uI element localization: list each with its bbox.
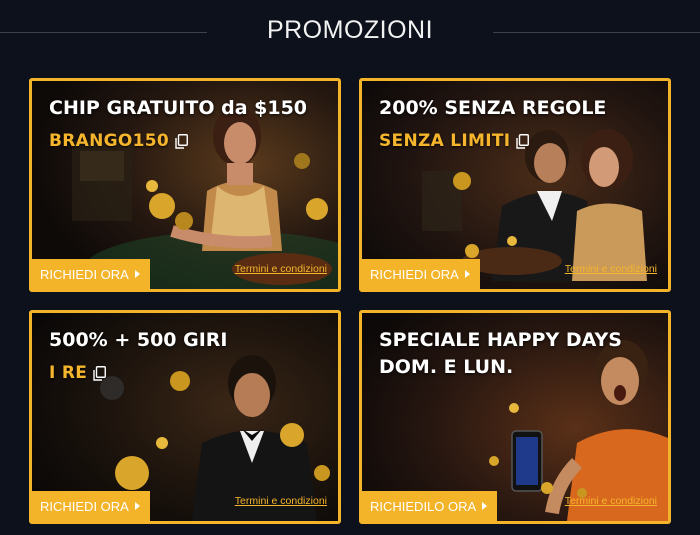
promo-headline-line1: SPECIALE HAPPY DAYS (379, 329, 622, 351)
promo-headline: 500% + 500 GIRI (49, 329, 228, 351)
claim-button[interactable]: RICHIEDI ORA (32, 491, 150, 521)
claim-button[interactable]: RICHIEDI ORA (32, 259, 150, 289)
promo-card-free-chip: CHIP GRATUITO da $150 BRANGO150 RICHIEDI… (29, 78, 341, 292)
promo-code-text: SENZA LIMITI (379, 131, 511, 151)
promo-card-happy-days: SPECIALE HAPPY DAYS DOM. E LUN. RICHIEDI… (359, 310, 671, 524)
terms-link[interactable]: Termini e condizioni (235, 495, 327, 507)
promo-code[interactable]: I RE (49, 363, 107, 383)
copy-icon[interactable] (175, 133, 188, 149)
promo-code[interactable]: SENZA LIMITI (379, 131, 530, 151)
claim-button[interactable]: RICHIEDILO ORA (362, 491, 498, 521)
terms-link[interactable]: Termini e condizioni (565, 495, 657, 507)
promotions-header: PROMOZIONI (0, 0, 700, 64)
promo-headline: 200% SENZA REGOLE (379, 97, 607, 119)
promo-code-text: I RE (49, 363, 88, 383)
promo-headline-line2: DOM. E LUN. (379, 356, 514, 378)
copy-icon[interactable] (516, 133, 530, 149)
arrow-right-icon (134, 502, 140, 510)
copy-icon[interactable] (93, 365, 107, 381)
promo-headline: CHIP GRATUITO da $150 (49, 97, 308, 119)
promo-code[interactable]: BRANGO150 (49, 131, 188, 151)
promo-code-text: BRANGO150 (49, 131, 170, 151)
promo-headline: SPECIALE HAPPY DAYS DOM. E LUN. (379, 327, 622, 381)
arrow-right-icon (134, 270, 140, 278)
header-divider-right (493, 32, 700, 33)
page-title: PROMOZIONI (266, 16, 434, 44)
claim-button[interactable]: RICHIEDI ORA (362, 259, 480, 289)
promo-card-free-spins: 500% + 500 GIRI I RE RICHIEDI ORA Termin… (29, 310, 341, 524)
claim-button-label: RICHIEDILO ORA (370, 498, 477, 514)
claim-button-label: RICHIEDI ORA (370, 266, 459, 282)
claim-button-label: RICHIEDI ORA (40, 498, 129, 514)
arrow-right-icon (482, 502, 488, 510)
claim-button-label: RICHIEDI ORA (40, 266, 129, 282)
terms-link[interactable]: Termini e condizioni (565, 263, 657, 275)
terms-link[interactable]: Termini e condizioni (235, 263, 327, 275)
arrow-right-icon (464, 270, 470, 278)
promo-card-no-rules: 200% SENZA REGOLE SENZA LIMITI RICHIEDI … (359, 78, 671, 292)
